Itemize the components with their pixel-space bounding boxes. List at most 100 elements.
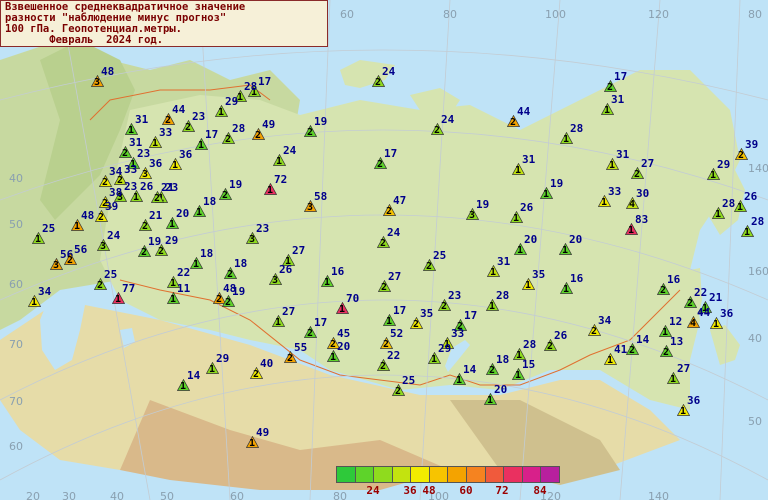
station-count: 2 bbox=[738, 150, 745, 161]
station-value: 14 bbox=[463, 363, 477, 376]
station-value: 33 bbox=[124, 163, 138, 176]
station-value: 27 bbox=[388, 270, 402, 283]
station-count: 3 bbox=[469, 210, 476, 221]
station-value: 24 bbox=[387, 226, 401, 239]
graticule-label: 40 bbox=[110, 490, 124, 500]
station-value: 25 bbox=[402, 374, 416, 387]
station-value: 48 bbox=[81, 209, 95, 222]
station-value: 36 bbox=[179, 148, 193, 161]
station-count: 1 bbox=[169, 219, 176, 230]
station-value: 28 bbox=[523, 338, 537, 351]
station-value: 14 bbox=[636, 333, 650, 346]
station-value: 20 bbox=[524, 233, 538, 246]
station-value: 33 bbox=[608, 185, 622, 198]
station-value: 19 bbox=[314, 115, 328, 128]
station-count: 1 bbox=[607, 355, 614, 366]
station-value: 26 bbox=[520, 201, 534, 214]
station-value: 18 bbox=[203, 195, 217, 208]
station-value: 31 bbox=[611, 93, 625, 106]
station-value: 44 bbox=[172, 103, 186, 116]
station-value: 34 bbox=[38, 285, 52, 298]
station-value: 29 bbox=[225, 95, 239, 108]
station-value: 35 bbox=[420, 307, 434, 320]
station-value: 19 bbox=[232, 285, 246, 298]
station-value: 23 bbox=[256, 222, 270, 235]
station-count: 1 bbox=[601, 197, 608, 208]
station-value: 72 bbox=[274, 173, 288, 186]
graticule-label: 30 bbox=[62, 490, 76, 500]
station-count: 2 bbox=[489, 365, 496, 376]
graticule-label: 20 bbox=[26, 490, 40, 500]
station-value: 29 bbox=[438, 342, 452, 355]
station-value: 39 bbox=[745, 138, 759, 151]
station-count: 1 bbox=[35, 234, 42, 245]
station-value: 28 bbox=[751, 215, 765, 228]
station-value: 12 bbox=[669, 315, 683, 328]
station-count: 1 bbox=[31, 297, 38, 308]
station-value: 11 bbox=[177, 282, 191, 295]
station-count: 1 bbox=[198, 140, 205, 151]
station-count: 1 bbox=[563, 284, 570, 295]
station-value: 26 bbox=[554, 329, 568, 342]
station-value: 20 bbox=[176, 207, 190, 220]
station-value: 30 bbox=[636, 187, 650, 200]
station-count: 2 bbox=[434, 125, 441, 136]
graticule-label: 80 bbox=[443, 8, 457, 21]
legend-swatch bbox=[429, 467, 449, 482]
station-count: 1 bbox=[710, 170, 717, 181]
graticule-label: 140 bbox=[648, 490, 669, 500]
graticule-label: 70 bbox=[9, 338, 23, 351]
station-count: 1 bbox=[489, 301, 496, 312]
station-count: 1 bbox=[513, 213, 520, 224]
station-count: 2 bbox=[441, 301, 448, 312]
station-count: 1 bbox=[330, 352, 337, 363]
legend-swatch bbox=[411, 467, 430, 482]
station-count: 2 bbox=[380, 361, 387, 372]
station-count: 2 bbox=[607, 82, 614, 93]
station-count: 2 bbox=[663, 347, 670, 358]
graticule-label: 60 bbox=[340, 8, 354, 21]
legend-label: 48 bbox=[422, 484, 436, 497]
legend-labels: 24 36 48 60 72 84 bbox=[336, 483, 560, 497]
station-value: 56 bbox=[74, 243, 88, 256]
station-count: 1 bbox=[276, 156, 283, 167]
color-legend: 24 36 48 60 72 84 bbox=[336, 466, 560, 497]
station-value: 25 bbox=[42, 222, 56, 235]
station-value: 44 bbox=[697, 306, 711, 319]
station-value: 20 bbox=[494, 383, 508, 396]
station-value: 25 bbox=[433, 249, 447, 262]
station-count: 3 bbox=[307, 202, 314, 213]
graticule-label: 50 bbox=[160, 490, 174, 500]
legend-swatch bbox=[541, 467, 559, 482]
graticule-label: 80 bbox=[748, 8, 762, 21]
station-count: 2 bbox=[98, 212, 105, 223]
station-value: 20 bbox=[337, 340, 351, 353]
station-count: 1 bbox=[609, 160, 616, 171]
station-count: 1 bbox=[170, 278, 177, 289]
station-value: 14 bbox=[187, 369, 201, 382]
station-count: 1 bbox=[180, 381, 187, 392]
station-count: 1 bbox=[543, 189, 550, 200]
station-value: 22 bbox=[387, 349, 401, 362]
station-value: 34 bbox=[109, 165, 123, 178]
station-count: 1 bbox=[490, 267, 497, 278]
graticule-label: 120 bbox=[648, 8, 669, 21]
legend-swatch bbox=[374, 467, 393, 482]
station-count: 1 bbox=[715, 209, 722, 220]
station-count: 1 bbox=[218, 107, 225, 118]
station-count: 1 bbox=[152, 138, 159, 149]
station-count: 2 bbox=[225, 134, 232, 145]
station-value: 26 bbox=[744, 190, 758, 203]
station-value: 49 bbox=[256, 426, 270, 439]
station-count: 2 bbox=[222, 190, 229, 201]
station-count: 2 bbox=[413, 319, 420, 330]
station-value: 29 bbox=[165, 234, 179, 247]
graticule-label: 160 bbox=[748, 265, 768, 278]
station-count: 2 bbox=[307, 127, 314, 138]
station-count: 2 bbox=[386, 206, 393, 217]
station-count: 2 bbox=[253, 369, 260, 380]
graticule-label: 70 bbox=[9, 395, 23, 408]
station-value: 25 bbox=[104, 268, 118, 281]
legend-swatch bbox=[392, 467, 412, 482]
station-count: 2 bbox=[426, 261, 433, 272]
